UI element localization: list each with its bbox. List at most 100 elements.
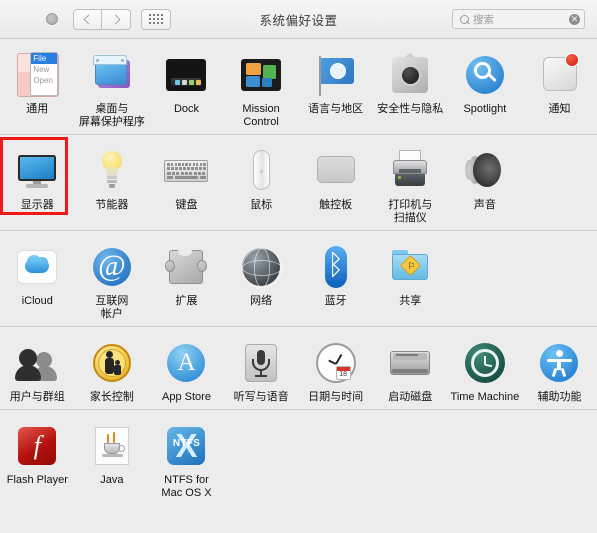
pref-pane-desktop-screensaver[interactable]: 桌面与 屏幕保护程序 bbox=[75, 47, 150, 129]
dictation-speech-icon bbox=[237, 339, 285, 387]
preference-panes-grid: File New Open 通用 桌面与 屏幕保护程序 Dock Mission… bbox=[0, 39, 597, 533]
pref-pane-accessibility[interactable]: 辅助功能 bbox=[522, 335, 597, 404]
label-line: 帐户 bbox=[100, 308, 123, 320]
pref-pane-mouse[interactable]: 鼠标 bbox=[224, 143, 299, 225]
pref-pane-general[interactable]: File New Open 通用 bbox=[0, 47, 75, 129]
navigation-buttons bbox=[73, 8, 131, 30]
pref-pane-keyboard[interactable]: 键盘 bbox=[149, 143, 224, 225]
pref-pane-trackpad[interactable]: 触控板 bbox=[298, 143, 373, 225]
pane-row-internet: iCloud @ 互联网 帐户 扩展 网络 ᛒ 蓝牙 ⚐ 共享 bbox=[0, 231, 597, 327]
pref-pane-label: 声音 bbox=[473, 199, 496, 211]
pref-pane-network[interactable]: 网络 bbox=[224, 239, 299, 321]
notifications-icon bbox=[535, 51, 583, 99]
pref-pane-label: 网络 bbox=[250, 295, 273, 307]
displays-icon bbox=[13, 147, 61, 195]
label-line: 扫描仪 bbox=[393, 212, 427, 224]
pref-pane-parental-controls[interactable]: 家长控制 bbox=[75, 335, 150, 404]
pref-pane-label: App Store bbox=[162, 391, 211, 403]
pref-pane-label: 打印机与 扫描仪 bbox=[373, 199, 447, 225]
pref-pane-displays[interactable]: 显示器 bbox=[0, 137, 75, 225]
pref-pane-label: 触控板 bbox=[319, 199, 353, 211]
pref-pane-notifications[interactable]: 通知 bbox=[522, 47, 597, 129]
flash-player-icon: f bbox=[13, 422, 61, 470]
chevron-right-icon bbox=[110, 14, 120, 24]
forward-button[interactable] bbox=[102, 8, 131, 30]
startup-disk-icon bbox=[386, 339, 434, 387]
general-icon-item-open: Open bbox=[33, 76, 53, 85]
pref-pane-dock[interactable]: Dock bbox=[149, 47, 224, 129]
icloud-icon bbox=[13, 243, 61, 291]
pref-pane-label: 语言与地区 bbox=[308, 103, 364, 115]
pref-pane-java[interactable]: Java bbox=[75, 418, 150, 500]
pref-pane-label: NTFS for Mac OS X bbox=[149, 474, 223, 500]
pref-pane-printers-scanners[interactable]: 打印机与 扫描仪 bbox=[373, 143, 448, 225]
spotlight-icon bbox=[461, 51, 509, 99]
pref-pane-label: 安全性与隐私 bbox=[377, 103, 444, 115]
window-toolbar: 系统偏好设置 搜索 ✕ bbox=[0, 0, 597, 39]
pref-pane-label: 辅助功能 bbox=[537, 391, 582, 403]
pref-pane-label: Java bbox=[100, 474, 124, 486]
pref-pane-label: 键盘 bbox=[175, 199, 198, 211]
pref-pane-label: 通知 bbox=[548, 103, 571, 115]
back-button[interactable] bbox=[73, 8, 102, 30]
keyboard-icon bbox=[162, 147, 210, 195]
pref-pane-language-region[interactable]: 语言与地区 bbox=[298, 47, 373, 129]
time-machine-icon bbox=[461, 339, 509, 387]
language-region-icon bbox=[312, 51, 360, 99]
pref-pane-security-privacy[interactable]: 安全性与隐私 bbox=[373, 47, 448, 129]
pref-pane-sound[interactable]: 声音 bbox=[448, 143, 523, 225]
notification-badge bbox=[565, 53, 580, 67]
users-groups-icon bbox=[13, 339, 61, 387]
pref-pane-ntfs[interactable]: X NTFS NTFS for Mac OS X bbox=[149, 418, 224, 500]
grid-icon bbox=[148, 13, 164, 25]
label-line: Control bbox=[243, 116, 279, 128]
pref-pane-mission-control[interactable]: Mission Control bbox=[224, 47, 299, 129]
pref-pane-icloud[interactable]: iCloud bbox=[0, 239, 75, 321]
chevron-left-icon bbox=[83, 14, 94, 24]
pref-pane-sharing[interactable]: ⚐ 共享 bbox=[373, 239, 448, 321]
pref-pane-label: 听写与语音 bbox=[233, 391, 289, 403]
clear-search-button[interactable]: ✕ bbox=[569, 13, 580, 25]
pref-pane-time-machine[interactable]: Time Machine bbox=[448, 335, 523, 404]
pref-pane-label: 日期与时间 bbox=[308, 391, 364, 403]
label-line: Mission bbox=[242, 103, 280, 115]
pref-pane-internet-accounts[interactable]: @ 互联网 帐户 bbox=[75, 239, 150, 321]
pref-pane-label: 桌面与 屏幕保护程序 bbox=[75, 103, 149, 129]
energy-saver-icon bbox=[88, 147, 136, 195]
system-preferences-window: 系统偏好设置 搜索 ✕ File New Open 通用 桌面与 屏幕保护程序 … bbox=[0, 0, 597, 533]
pref-pane-startup-disk[interactable]: 启动磁盘 bbox=[373, 335, 448, 404]
pref-pane-spotlight[interactable]: Spotlight bbox=[448, 47, 523, 129]
pref-pane-users-groups[interactable]: 用户与群组 bbox=[0, 335, 75, 404]
date-time-icon: 18 bbox=[312, 339, 360, 387]
mission-control-icon bbox=[237, 51, 285, 99]
parental-controls-icon bbox=[88, 339, 136, 387]
search-field[interactable]: 搜索 ✕ bbox=[452, 9, 585, 29]
pref-pane-dictation-speech[interactable]: 听写与语音 bbox=[224, 335, 299, 404]
window-control-dot[interactable] bbox=[46, 13, 58, 25]
pref-pane-label: iCloud bbox=[21, 295, 53, 307]
pref-pane-app-store[interactable]: A App Store bbox=[149, 335, 224, 404]
pref-pane-date-time[interactable]: 18 日期与时间 bbox=[298, 335, 373, 404]
ntfs-icon: X NTFS bbox=[162, 422, 210, 470]
desktop-screensaver-icon bbox=[88, 51, 136, 99]
trackpad-icon bbox=[312, 147, 360, 195]
general-icon-menu-title: File bbox=[31, 53, 58, 64]
pref-pane-label: Mission Control bbox=[224, 103, 298, 129]
pref-pane-bluetooth[interactable]: ᛒ 蓝牙 bbox=[298, 239, 373, 321]
pref-pane-flash-player[interactable]: f Flash Player bbox=[0, 418, 75, 500]
sound-icon bbox=[461, 147, 509, 195]
internet-accounts-icon: @ bbox=[88, 243, 136, 291]
pref-pane-label: 通用 bbox=[26, 103, 49, 115]
search-placeholder: 搜索 bbox=[473, 13, 494, 26]
show-all-button[interactable] bbox=[141, 8, 171, 30]
pref-pane-label: 家长控制 bbox=[89, 391, 134, 403]
extensions-icon bbox=[162, 243, 210, 291]
pref-pane-label: 互联网 帐户 bbox=[75, 295, 149, 321]
label-line: 桌面与 bbox=[95, 103, 129, 115]
pref-pane-label: 共享 bbox=[399, 295, 422, 307]
pref-pane-label: Time Machine bbox=[450, 391, 520, 403]
label-line: NTFS for bbox=[164, 474, 209, 486]
bluetooth-icon: ᛒ bbox=[312, 243, 360, 291]
pref-pane-energy-saver[interactable]: 节能器 bbox=[75, 143, 150, 225]
pref-pane-extensions[interactable]: 扩展 bbox=[149, 239, 224, 321]
